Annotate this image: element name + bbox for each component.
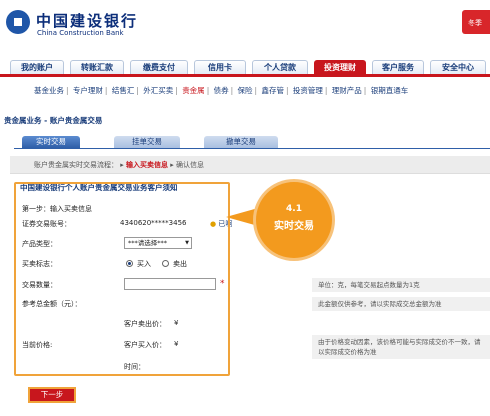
subnav-fx-trading[interactable]: 外汇买卖 — [143, 86, 173, 95]
bank-name-cn: 中国建设银行 — [36, 12, 139, 30]
subtab-underline — [14, 148, 490, 149]
subtab-cancel-trade[interactable]: 撤单交易 — [204, 136, 278, 148]
highlight-frame — [14, 182, 230, 376]
quantity-note: 单位：克，每笔交易起点数量为1克 — [312, 278, 490, 292]
tab-customer-service[interactable]: 客户服务 — [372, 60, 424, 74]
tab-payment[interactable]: 缴费支付 — [130, 60, 188, 74]
next-step-button[interactable]: 下一步 — [28, 387, 76, 403]
tab-security-center[interactable]: 安全中心 — [430, 60, 486, 74]
subnav-wealth-products[interactable]: 理财产品 — [332, 86, 362, 95]
section-title: 贵金属业务 - 账户贵金属交易 — [4, 116, 103, 125]
subnav-custody[interactable]: 鑫存管 — [261, 86, 284, 95]
callout-pointer — [226, 208, 258, 226]
subnav-bonds[interactable]: 债券 — [214, 86, 229, 95]
tab-underline — [0, 74, 490, 77]
tab-credit-card[interactable]: 信用卡 — [194, 60, 246, 74]
promo-banner[interactable]: 冬季 — [462, 10, 490, 34]
tab-personal-loan[interactable]: 个人贷款 — [252, 60, 308, 74]
subnav-fund[interactable]: 基金业务 — [34, 86, 64, 95]
subnav-precious-metals[interactable]: 贵金属 — [182, 86, 205, 95]
bank-name-en: China Construction Bank — [37, 29, 124, 37]
tab-transfer[interactable]: 转账汇款 — [70, 60, 124, 74]
tab-investment[interactable]: 投资理财 — [314, 60, 366, 74]
sub-navigation: 基金业务 | 专户理财 | 结售汇 | 外汇买卖 | 贵金属 | 债券 | 保险 | 鑫存管 |… — [34, 86, 409, 95]
progress-next-step: 确认信息 — [175, 161, 204, 169]
amount-note: 此金额仅供参考，请以实际成交总金额为准 — [312, 297, 490, 311]
arrow-right-icon: ▸ — [120, 161, 124, 169]
ccb-logo-icon — [6, 10, 30, 34]
subnav-futures[interactable]: 银期直通车 — [371, 86, 409, 95]
progress-current-step: 输入买卖信息 — [125, 161, 168, 169]
subtab-order-trade[interactable]: 挂单交易 — [114, 136, 180, 148]
step-callout: 4.1 实时交易 — [256, 182, 332, 258]
price-note: 由于价格变动因素，该价格可能与实际成交价不一致，请以实际成交价格为准 — [312, 335, 490, 359]
trade-progress: 账户贵金属实时交易流程： ▸ 输入买卖信息 ▸ 确认信息 — [10, 156, 490, 174]
callout-text: 实时交易 — [274, 221, 314, 232]
bank-logo[interactable]: 中国建设银行 China Construction Bank — [6, 8, 166, 44]
main-tabs: 我的账户 转账汇款 缴费支付 信用卡 个人贷款 投资理财 客户服务 安全中心 — [10, 60, 490, 74]
progress-prefix: 账户贵金属实时交易流程： — [34, 161, 118, 169]
callout-number: 4.1 — [286, 204, 302, 214]
subnav-fx-settlement[interactable]: 结售汇 — [112, 86, 135, 95]
subnav-investment-mgmt[interactable]: 投资管理 — [293, 86, 323, 95]
arrow-right-icon: ▸ — [170, 161, 174, 169]
subnav-insurance[interactable]: 保险 — [238, 86, 253, 95]
tab-my-account[interactable]: 我的账户 — [10, 60, 64, 74]
subtab-realtime-trade[interactable]: 实时交易 — [22, 136, 80, 148]
subnav-managed-account[interactable]: 专户理财 — [73, 86, 103, 95]
